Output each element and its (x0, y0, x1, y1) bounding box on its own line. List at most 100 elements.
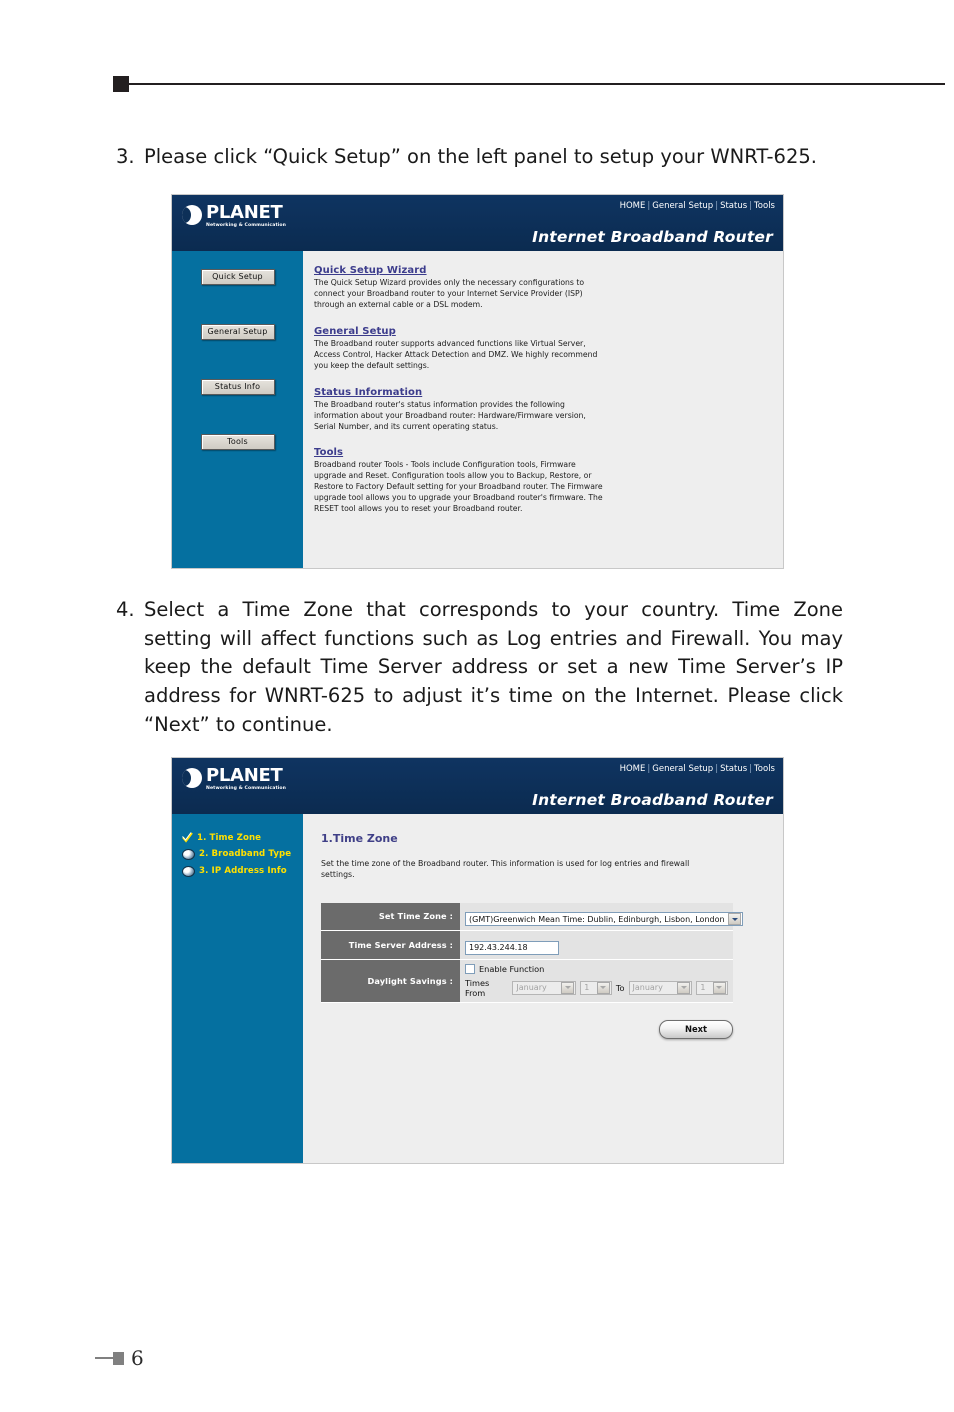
nav-separator: | (715, 201, 719, 211)
page-title: 1.Time Zone (321, 832, 398, 845)
step-3-text: Please click “Quick Setup” on the left p… (144, 145, 817, 168)
section-quick-setup-wizard: Quick Setup Wizard The Quick Setup Wizar… (314, 265, 769, 311)
nav-link-tools[interactable]: Tools (754, 764, 775, 774)
check-icon (182, 832, 193, 843)
brand-tagline: Networking & Communication (206, 786, 287, 791)
nav-separator: | (647, 764, 651, 774)
top-rule-line (129, 83, 945, 85)
section-status-information: Status Information The Broadband router'… (314, 387, 769, 433)
label-daylight-savings: Daylight Savings : (321, 959, 460, 1003)
step-3-number: 3. (116, 145, 135, 168)
nav-link-status[interactable]: Status (720, 764, 747, 774)
time-zone-selected-value: (GMT)Greenwich Mean Time: Dublin, Edinbu… (469, 914, 725, 924)
section-title-link[interactable]: Status Information (314, 387, 769, 398)
nav-link-general-setup[interactable]: General Setup (652, 201, 713, 211)
sidebar-button-general-setup[interactable]: General Setup (200, 324, 275, 340)
page-description: Set the time zone of the Broadband route… (321, 859, 690, 880)
router-home-screenshot: PLANET Networking & Communication HOME | G… (171, 194, 784, 569)
form-row-daylight-savings: Daylight Savings : Enable Function Times… (321, 959, 733, 1003)
nav-link-tools[interactable]: Tools (754, 201, 775, 211)
sidebar-button-tools[interactable]: Tools (200, 434, 275, 450)
page-footer: 6 (95, 1348, 144, 1368)
planet-globe-icon (182, 205, 202, 225)
router-top-nav[interactable]: HOME | General Setup | Status | Tools (620, 764, 775, 774)
footer-line (95, 1357, 113, 1359)
time-server-address-input[interactable] (465, 940, 559, 955)
product-title: Internet Broadband Router (532, 228, 773, 246)
brand-name: PLANET (206, 765, 283, 786)
footer-square (113, 1351, 124, 1365)
router-header: PLANET Networking & Communication HOME | G… (172, 758, 783, 814)
step-4-number: 4. (116, 598, 135, 621)
wizard-step-ip-address-info[interactable]: 3. IP Address Info (182, 865, 303, 877)
router-wizard-sidebar: 1. Time Zone 2. Broadband Type 3. IP Add… (172, 814, 303, 1163)
chevron-down-icon[interactable] (596, 981, 610, 994)
nav-separator: | (749, 201, 753, 211)
timezone-form: Set Time Zone : (GMT)Greenwich Mean Time… (321, 902, 743, 1003)
sidebar-button-status-info[interactable]: Status Info (200, 379, 275, 395)
nav-link-general-setup[interactable]: General Setup (652, 764, 713, 774)
nav-link-status[interactable]: Status (720, 201, 747, 211)
next-button[interactable]: Next (659, 1019, 733, 1039)
wizard-step-label: 2. Broadband Type (199, 849, 292, 859)
to-day-select[interactable]: 1 (696, 980, 728, 995)
section-title-link[interactable]: Tools (314, 447, 769, 458)
section-title-link[interactable]: Quick Setup Wizard (314, 265, 769, 276)
chevron-down-icon[interactable] (561, 981, 575, 994)
sidebar-button-quick-setup[interactable]: Quick Setup (200, 269, 275, 285)
instruction-step-3: 3. Please click “Quick Setup” on the lef… (116, 143, 846, 172)
nav-separator: | (647, 201, 651, 211)
section-tools: Tools Broadband router Tools - Tools inc… (314, 447, 769, 515)
router-timezone-screenshot: PLANET Networking & Communication HOME | G… (171, 757, 784, 1164)
brand-name: PLANET (206, 202, 283, 223)
from-day-select[interactable]: 1 (580, 980, 612, 995)
to-month-value: January (632, 983, 663, 993)
to-day-value: 1 (700, 983, 706, 993)
wizard-step-broadband-type[interactable]: 2. Broadband Type (182, 848, 303, 860)
router-sidebar: Quick Setup General Setup Status Info To… (172, 251, 303, 568)
instruction-step-4: 4. Select a Time Zone that corresponds t… (116, 596, 843, 739)
top-rule-square (113, 76, 129, 92)
router-main-content: Quick Setup Wizard The Quick Setup Wizar… (303, 251, 783, 568)
planet-logo: PLANET Networking & Communication (182, 767, 286, 792)
section-title-link[interactable]: General Setup (314, 326, 769, 337)
wizard-step-label: 1. Time Zone (197, 832, 262, 843)
from-day-value: 1 (584, 983, 590, 993)
brand-tagline: Networking & Communication (206, 223, 287, 228)
step-4-text: Select a Time Zone that corresponds to y… (144, 598, 843, 736)
to-label: To (615, 982, 625, 993)
bullet-icon (182, 866, 195, 877)
label-set-time-zone: Set Time Zone : (321, 902, 460, 932)
router-top-nav[interactable]: HOME | General Setup | Status | Tools (620, 201, 775, 211)
nav-link-home[interactable]: HOME (620, 764, 646, 774)
planet-globe-icon (182, 768, 202, 788)
nav-separator: | (715, 764, 719, 774)
page-top-rule (113, 76, 945, 92)
nav-link-home[interactable]: HOME (620, 201, 646, 211)
from-month-value: January (516, 983, 547, 993)
planet-logo: PLANET Networking & Communication (182, 204, 286, 229)
router-main-content: 1.Time Zone Set the time zone of the Bro… (303, 814, 783, 1163)
nav-separator: | (749, 764, 753, 774)
section-general-setup: General Setup The Broadband router suppo… (314, 326, 769, 372)
from-month-select[interactable]: January (512, 980, 577, 995)
chevron-down-icon[interactable] (728, 913, 741, 926)
chevron-down-icon[interactable] (712, 981, 726, 994)
section-description: The Broadband router supports advanced f… (314, 338, 598, 370)
time-zone-select[interactable]: (GMT)Greenwich Mean Time: Dublin, Edinbu… (465, 912, 743, 927)
wizard-step-time-zone[interactable]: 1. Time Zone (182, 832, 303, 843)
chevron-down-icon[interactable] (677, 981, 691, 994)
product-title: Internet Broadband Router (532, 791, 773, 809)
enable-function-label: Enable Function (479, 963, 545, 974)
to-month-select[interactable]: January (628, 980, 693, 995)
router-header: PLANET Networking & Communication HOME | G… (172, 195, 783, 251)
wizard-step-label: 3. IP Address Info (199, 866, 287, 876)
section-description: Broadband router Tools - Tools include C… (314, 460, 603, 514)
enable-function-checkbox[interactable] (465, 963, 475, 974)
form-row-set-time-zone: Set Time Zone : (GMT)Greenwich Mean Time… (321, 902, 743, 932)
page-number: 6 (131, 1346, 144, 1370)
times-from-label: Times From (465, 977, 490, 998)
label-time-server-address: Time Server Address : (321, 930, 460, 960)
section-description: The Quick Setup Wizard provides only the… (314, 278, 585, 309)
section-description: The Broadband router's status informatio… (314, 399, 586, 431)
